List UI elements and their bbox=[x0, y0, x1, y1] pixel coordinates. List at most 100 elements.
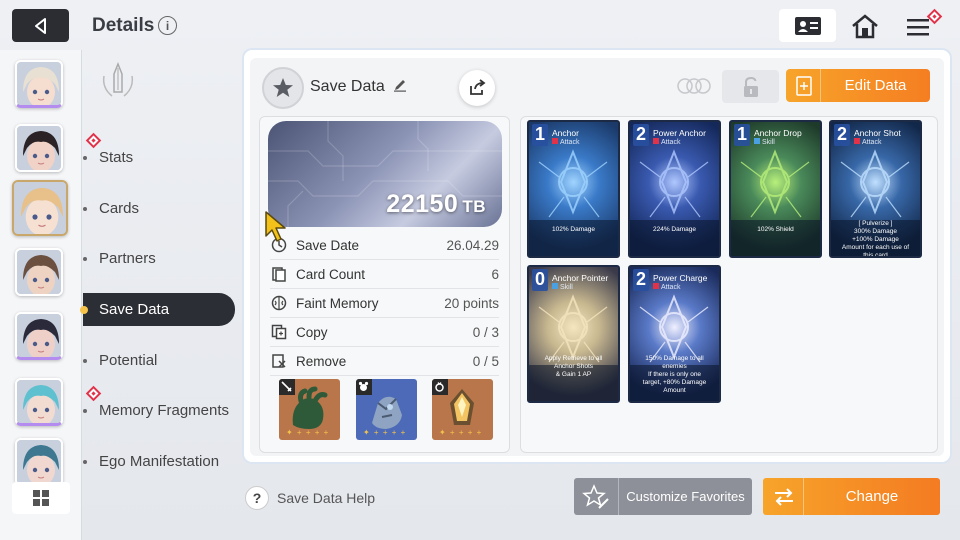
share-icon bbox=[470, 79, 486, 95]
share-button[interactable] bbox=[459, 70, 495, 106]
stat-row-save-date: Save Date 26.04.29 bbox=[270, 231, 499, 260]
card-description: 102% Damage bbox=[552, 226, 595, 233]
avatar-character-7[interactable] bbox=[15, 438, 63, 486]
item-gloves[interactable]: ✦ + + + + bbox=[279, 379, 340, 440]
item-gauntlet[interactable]: ✦ + + + + bbox=[356, 379, 417, 440]
stat-value: 0 / 3 bbox=[472, 324, 499, 340]
card-name: Anchor bbox=[552, 128, 579, 138]
stat-value: 0 / 5 bbox=[472, 353, 499, 369]
stat-row-copy: Copy 0 / 3 bbox=[270, 318, 499, 347]
card-cost: 2 bbox=[633, 124, 649, 146]
card-power-charge[interactable]: 2 Power Charge Attack 150% Damage to all en… bbox=[628, 265, 721, 403]
home-icon bbox=[851, 13, 878, 38]
sidebar-item-label: Memory Fragments bbox=[99, 402, 230, 419]
customize-favorites-label: Customize Favorites bbox=[626, 489, 745, 504]
sidebar-item-cards[interactable]: Cards bbox=[83, 192, 235, 225]
edit-data-button[interactable]: Edit Data bbox=[786, 69, 930, 102]
nav-bullet bbox=[83, 358, 87, 363]
stat-value: 20 points bbox=[444, 295, 499, 311]
swap-arrows-icon bbox=[775, 487, 793, 506]
sidebar-item-save-data[interactable]: Save Data bbox=[80, 293, 235, 326]
id-card-icon bbox=[794, 16, 821, 35]
card-anchor[interactable]: 1 Anchor Attack 102% Damage bbox=[527, 120, 620, 258]
item-crystal[interactable]: ✦ + + + + bbox=[432, 379, 493, 440]
save-data-badge bbox=[262, 67, 304, 109]
card-type-label: Attack bbox=[560, 139, 580, 146]
sidebar-item-label: Partners bbox=[99, 250, 156, 267]
card-type: Attack bbox=[653, 283, 680, 291]
skill-icon bbox=[552, 283, 558, 289]
card-description: 150% Damage to all enemies If there is o… bbox=[642, 355, 707, 394]
nav-bullet bbox=[83, 256, 87, 261]
skill-icon bbox=[754, 138, 760, 144]
menu-button[interactable] bbox=[894, 8, 944, 42]
card-name: Power Anchor bbox=[653, 128, 706, 138]
card-stack-icon bbox=[270, 265, 288, 283]
copy-icon bbox=[270, 323, 288, 341]
card-cost: 1 bbox=[532, 124, 548, 146]
card-type-label: Attack bbox=[661, 284, 681, 291]
sidebar-item-stats[interactable]: Stats bbox=[83, 132, 235, 174]
help-icon[interactable]: ? bbox=[245, 486, 269, 510]
sidebar-item-ego-manifestation[interactable]: Ego Manifestation bbox=[83, 445, 235, 478]
change-button[interactable]: Change bbox=[763, 478, 940, 515]
sidebar-item-memory-fragments[interactable]: Memory Fragments bbox=[83, 385, 235, 427]
save-data-title: Save Data bbox=[310, 78, 407, 96]
card-cost: 2 bbox=[633, 269, 649, 291]
profile-card-button[interactable] bbox=[779, 9, 836, 42]
ring-icon bbox=[432, 379, 448, 395]
card-description: Apply Retrieve to all Anchor Shots & Gai… bbox=[544, 355, 603, 378]
stat-value: 6 bbox=[491, 266, 499, 282]
back-arrow-icon bbox=[34, 17, 46, 34]
card-cost: 0 bbox=[532, 269, 548, 291]
brain-icon bbox=[270, 294, 288, 312]
tb-value: 22150 TB bbox=[386, 190, 486, 218]
item-stars: ✦ + + + + bbox=[439, 428, 483, 437]
stat-label: Faint Memory bbox=[296, 295, 379, 311]
bear-icon bbox=[356, 379, 372, 395]
card-name: Anchor Shot bbox=[854, 128, 901, 138]
sidebar-item-potential[interactable]: Potential bbox=[83, 344, 235, 377]
pencil-icon[interactable] bbox=[393, 78, 407, 92]
nav-bullet bbox=[83, 408, 87, 413]
card-anchor-shot[interactable]: 2 Anchor Shot Attack [ Pulverize ] 300% Dam… bbox=[829, 120, 922, 258]
attack-icon bbox=[854, 138, 860, 144]
nav-bullet bbox=[83, 155, 87, 160]
sidebar-item-label: Save Data bbox=[99, 301, 170, 318]
stat-label: Remove bbox=[296, 353, 347, 369]
lock-button[interactable] bbox=[722, 70, 779, 103]
save-data-title-text: Save Data bbox=[310, 78, 385, 95]
sidebar-item-label: Potential bbox=[99, 352, 158, 369]
avatar-character-4[interactable] bbox=[15, 248, 63, 296]
card-anchor-drop[interactable]: 1 Anchor Drop Skill 102% Shield bbox=[729, 120, 822, 258]
avatar-character-3[interactable] bbox=[12, 180, 68, 236]
avatar-character-5[interactable] bbox=[15, 312, 63, 360]
active-indicator bbox=[80, 305, 88, 314]
back-button[interactable] bbox=[12, 9, 69, 42]
home-button[interactable] bbox=[836, 9, 893, 42]
sidebar-item-label: Stats bbox=[99, 149, 134, 166]
grid-icon bbox=[33, 490, 49, 506]
save-data-help-link[interactable]: Save Data Help bbox=[277, 490, 375, 506]
card-type-label: Attack bbox=[862, 139, 882, 146]
grid-view-button[interactable] bbox=[12, 482, 70, 514]
card-power-anchor[interactable]: 2 Power Anchor Attack 224% Damage bbox=[628, 120, 721, 258]
item-stars: ✦ + + + + bbox=[286, 428, 330, 437]
avatar-character-6[interactable] bbox=[15, 378, 63, 426]
attack-icon bbox=[653, 138, 659, 144]
card-type-label: Attack bbox=[661, 139, 681, 146]
emblem-logo bbox=[98, 61, 138, 102]
card-description: [ Pulverize ] 300% Damage +100% Damage A… bbox=[841, 220, 910, 258]
avatar-character-2[interactable] bbox=[15, 124, 63, 172]
card-description: 102% Shield bbox=[757, 226, 794, 233]
sidebar-item-partners[interactable]: Partners bbox=[83, 242, 235, 275]
avatar-character-1[interactable] bbox=[15, 60, 63, 108]
edit-data-label: Edit Data bbox=[844, 77, 907, 94]
card-type: Attack bbox=[653, 138, 680, 146]
card-description: 224% Damage bbox=[653, 226, 696, 233]
favorite-star-edit-icon bbox=[582, 483, 609, 509]
card-cost: 1 bbox=[734, 124, 750, 146]
info-icon[interactable]: i bbox=[158, 16, 177, 35]
customize-favorites-button[interactable]: Customize Favorites bbox=[574, 478, 752, 515]
card-anchor-pointer[interactable]: 0 Anchor Pointer Skill Apply Retrieve to al… bbox=[527, 265, 620, 403]
